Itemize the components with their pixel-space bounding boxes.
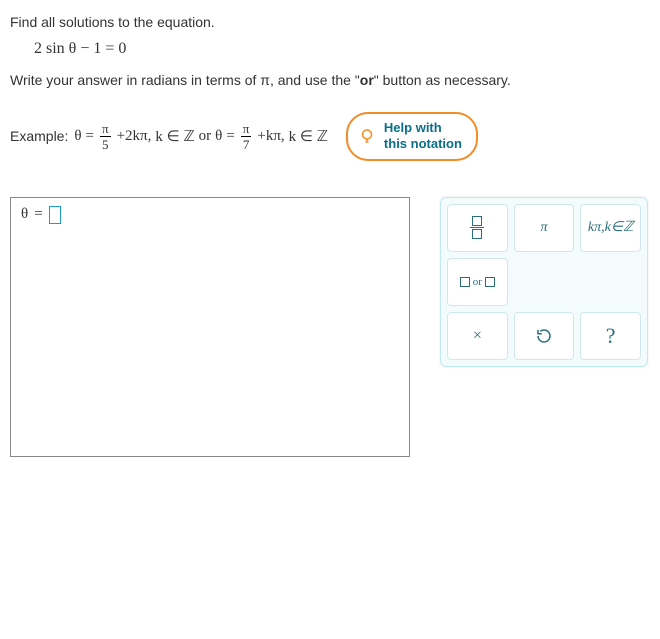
term-1: +2kπ, xyxy=(117,128,152,145)
work-area: θ = π kπ,k∈ℤ or × xyxy=(10,197,650,457)
fraction-1-denominator: 5 xyxy=(100,136,111,151)
or-text: or xyxy=(199,128,212,145)
term-2: +kπ, xyxy=(257,128,284,145)
key-fraction[interactable] xyxy=(447,204,508,252)
example-label: Example: xyxy=(10,128,68,144)
answer-input-placeholder[interactable] xyxy=(49,206,61,224)
help-text: Help with this notation xyxy=(384,120,462,153)
key-or[interactable]: or xyxy=(447,258,508,306)
key-reset[interactable] xyxy=(514,312,575,360)
reset-icon xyxy=(535,327,553,345)
example-row: Example: θ = π 5 +2kπ, k ∈ ℤ or θ = π 7 … xyxy=(10,112,650,161)
instruction-text-3: " button as necessary. xyxy=(374,72,511,88)
key-clear[interactable]: × xyxy=(447,312,508,360)
theta-symbol: θ xyxy=(74,128,81,145)
theta-symbol-2: θ xyxy=(215,128,222,145)
keypad: π kπ,k∈ℤ or × ? xyxy=(440,197,648,367)
instruction: Write your answer in radians in terms of… xyxy=(10,72,650,88)
equals-symbol-2: = xyxy=(226,128,234,145)
key-pi[interactable]: π xyxy=(514,204,575,252)
example-expression: Example: θ = π 5 +2kπ, k ∈ ℤ or θ = π 7 … xyxy=(10,122,328,151)
instruction-text-2: , and use the " xyxy=(270,72,360,88)
k-in-z-1: k ∈ ℤ xyxy=(155,127,194,146)
equals-symbol: = xyxy=(86,128,94,145)
answer-box[interactable]: θ = xyxy=(10,197,410,457)
or-bold: or xyxy=(360,72,374,88)
lightbulb-icon xyxy=(358,127,376,145)
help-line-2: this notation xyxy=(384,136,462,152)
key-kpi-kz[interactable]: kπ,k∈ℤ xyxy=(580,204,641,252)
answer-line: θ = xyxy=(21,206,399,224)
pi-symbol: π xyxy=(260,72,270,88)
question-prompt: Find all solutions to the equation. xyxy=(10,14,650,30)
equation: 2 sin θ − 1 = 0 xyxy=(34,40,650,58)
fraction-1: π 5 xyxy=(100,122,111,151)
fraction-2-numerator: π xyxy=(241,122,252,136)
fraction-2: π 7 xyxy=(241,122,252,151)
x-icon: × xyxy=(473,327,482,345)
fraction-1-numerator: π xyxy=(100,122,111,136)
answer-equals: = xyxy=(34,206,42,223)
fraction-2-denominator: 7 xyxy=(241,136,252,151)
help-notation-button[interactable]: Help with this notation xyxy=(346,112,478,161)
k-in-z-2: k ∈ ℤ xyxy=(289,127,328,146)
fraction-icon xyxy=(470,215,484,240)
instruction-text: Write your answer in radians in terms of xyxy=(10,72,260,88)
key-help[interactable]: ? xyxy=(580,312,641,360)
question-icon: ? xyxy=(606,323,616,349)
answer-theta: θ xyxy=(21,206,28,223)
help-line-1: Help with xyxy=(384,120,462,136)
or-icon: or xyxy=(460,276,495,288)
